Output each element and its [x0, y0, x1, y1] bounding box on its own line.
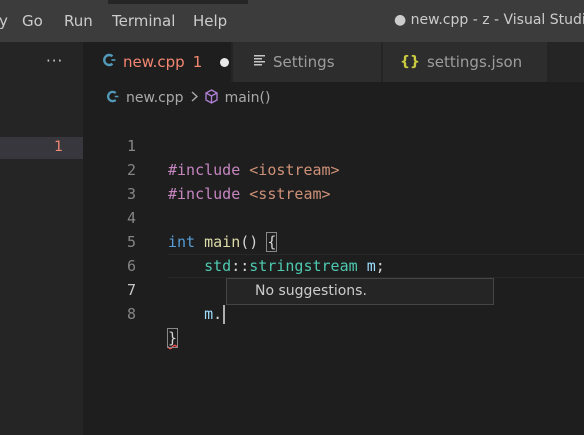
code-line[interactable]: 3	[83, 158, 584, 203]
title-bar-overlap	[108, 0, 248, 4]
suggestion-widget: No suggestions.	[226, 278, 494, 305]
menu-run[interactable]: Run	[64, 12, 93, 30]
settings-lines-icon	[254, 54, 266, 70]
json-braces-icon: {}	[400, 54, 420, 70]
code-line-current[interactable]: 7 m.	[83, 254, 584, 324]
code-line[interactable]: 5 std::stringstream m;	[83, 206, 584, 275]
tab-settings-label: Settings	[273, 53, 335, 71]
tab-bar: new.cpp 1 Settings {} settings.json	[83, 42, 584, 82]
suggestion-message: No suggestions.	[255, 283, 367, 299]
breadcrumb-symbol[interactable]: main()	[225, 90, 271, 106]
code-line[interactable]: 4 int main() {	[83, 182, 584, 252]
title-bar: y Go Run Terminal Help ● new.cpp - z - V…	[0, 0, 584, 42]
sidebar: ··· 1	[0, 42, 83, 435]
code-text: m.	[168, 302, 226, 326]
code-line[interactable]: 1 #include <iostream>	[83, 110, 584, 179]
code-line[interactable]: 6	[83, 230, 584, 275]
tab-settings[interactable]: Settings	[233, 42, 381, 82]
tab-settings-json[interactable]: {} settings.json	[383, 42, 547, 82]
code-editor[interactable]: 1 #include <iostream> 2 #include <sstrea…	[83, 110, 584, 435]
unsaved-dot-icon[interactable]	[220, 57, 230, 67]
cpp-file-icon	[102, 53, 116, 71]
breadcrumb-file[interactable]: new.cpp	[126, 90, 184, 106]
sidebar-selected-file-row[interactable]: 1	[0, 137, 83, 159]
breadcrumb: new.cpp main()	[106, 88, 270, 108]
tab-new-cpp-label: new.cpp	[123, 53, 185, 71]
window-title: ● new.cpp - z - Visual Studio	[394, 12, 584, 28]
code-text: }	[166, 328, 179, 348]
cpp-file-icon	[106, 90, 119, 107]
method-cube-icon	[204, 88, 219, 108]
text-cursor	[223, 305, 226, 324]
problem-count-badge: 1	[54, 139, 63, 155]
menu-selection[interactable]: y	[0, 12, 8, 30]
tab-new-cpp[interactable]: new.cpp 1	[83, 42, 231, 82]
code-line[interactable]: 2 #include <sstream>	[83, 134, 584, 203]
tab-settings-json-label: settings.json	[426, 53, 523, 71]
more-actions-icon[interactable]: ···	[46, 52, 63, 70]
menu-terminal[interactable]: Terminal	[112, 12, 175, 30]
line-number: 8	[126, 305, 136, 323]
menu-go[interactable]: Go	[22, 12, 43, 30]
chevron-right-icon	[191, 90, 198, 106]
menu-help[interactable]: Help	[193, 12, 227, 30]
tab-problem-count: 1	[192, 53, 203, 71]
